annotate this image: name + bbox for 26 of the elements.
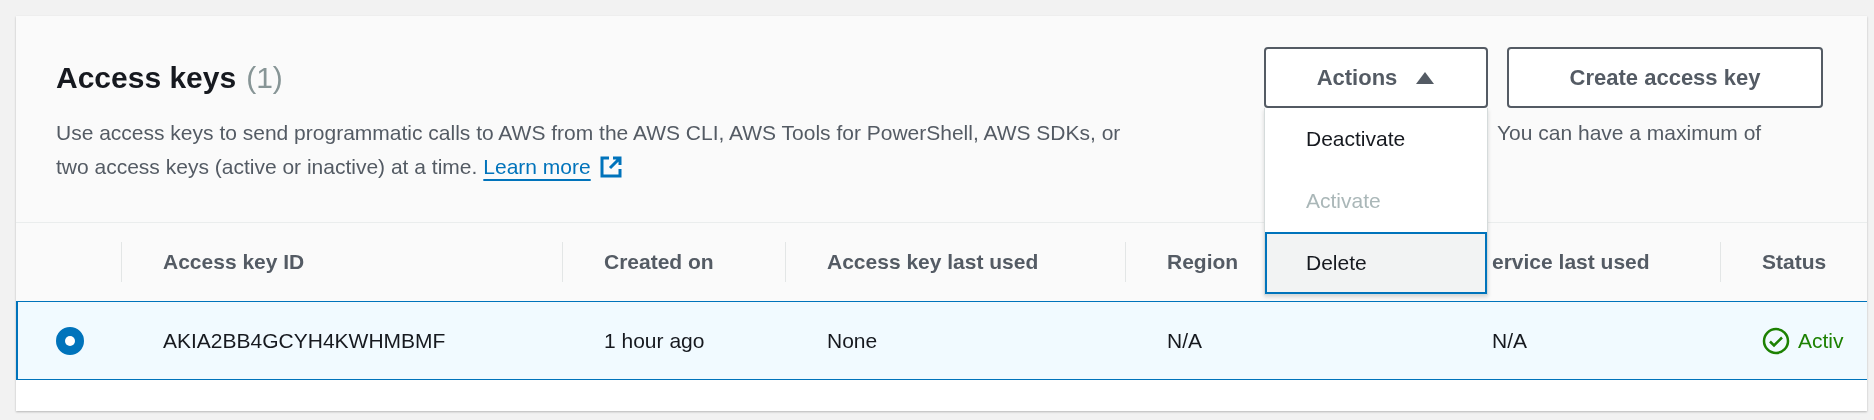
description-text: two access keys (active or inactive) at a time.: [56, 154, 478, 180]
status-text: Activ: [1798, 328, 1844, 353]
table-cell: None: [827, 328, 878, 353]
menu-item[interactable]: Delete: [1265, 232, 1487, 294]
menu-item[interactable]: Deactivate: [1265, 108, 1487, 170]
description-text: Use access keys to send programmatic calls to AWS from the AWS CLI, AWS Tools for PowerShell, AWS SDKs, or: [56, 121, 1121, 144]
create-access-key-button[interactable]: Create access key: [1507, 47, 1823, 108]
column-header: Access key ID: [163, 250, 305, 274]
column-header: Created on: [604, 250, 714, 274]
panel-title: Access keys: [56, 60, 237, 95]
description-text: You can have a maximum of: [1497, 120, 1762, 146]
table-cell: 1 hour ago: [604, 328, 705, 353]
actions-button[interactable]: Actions: [1264, 47, 1488, 108]
caret-icon: [1415, 70, 1436, 85]
external-link-icon: [598, 155, 623, 179]
column-header: Region: [1167, 250, 1239, 274]
table-cell: N/A: [1167, 328, 1202, 353]
column-header: Status: [1762, 250, 1827, 274]
check-circle-icon: [1762, 326, 1790, 355]
table-cell: AKIA2BB4GCYH4KWHMBMF: [163, 328, 446, 353]
table-cell: N/A: [1492, 328, 1527, 353]
learn-more-link[interactable]: Learn more: [483, 150, 591, 184]
key-count: (1): [246, 60, 283, 95]
column-header: Access key last used: [827, 250, 1039, 274]
radio-button[interactable]: [56, 326, 84, 355]
column-header: ervice last used: [1492, 250, 1650, 274]
